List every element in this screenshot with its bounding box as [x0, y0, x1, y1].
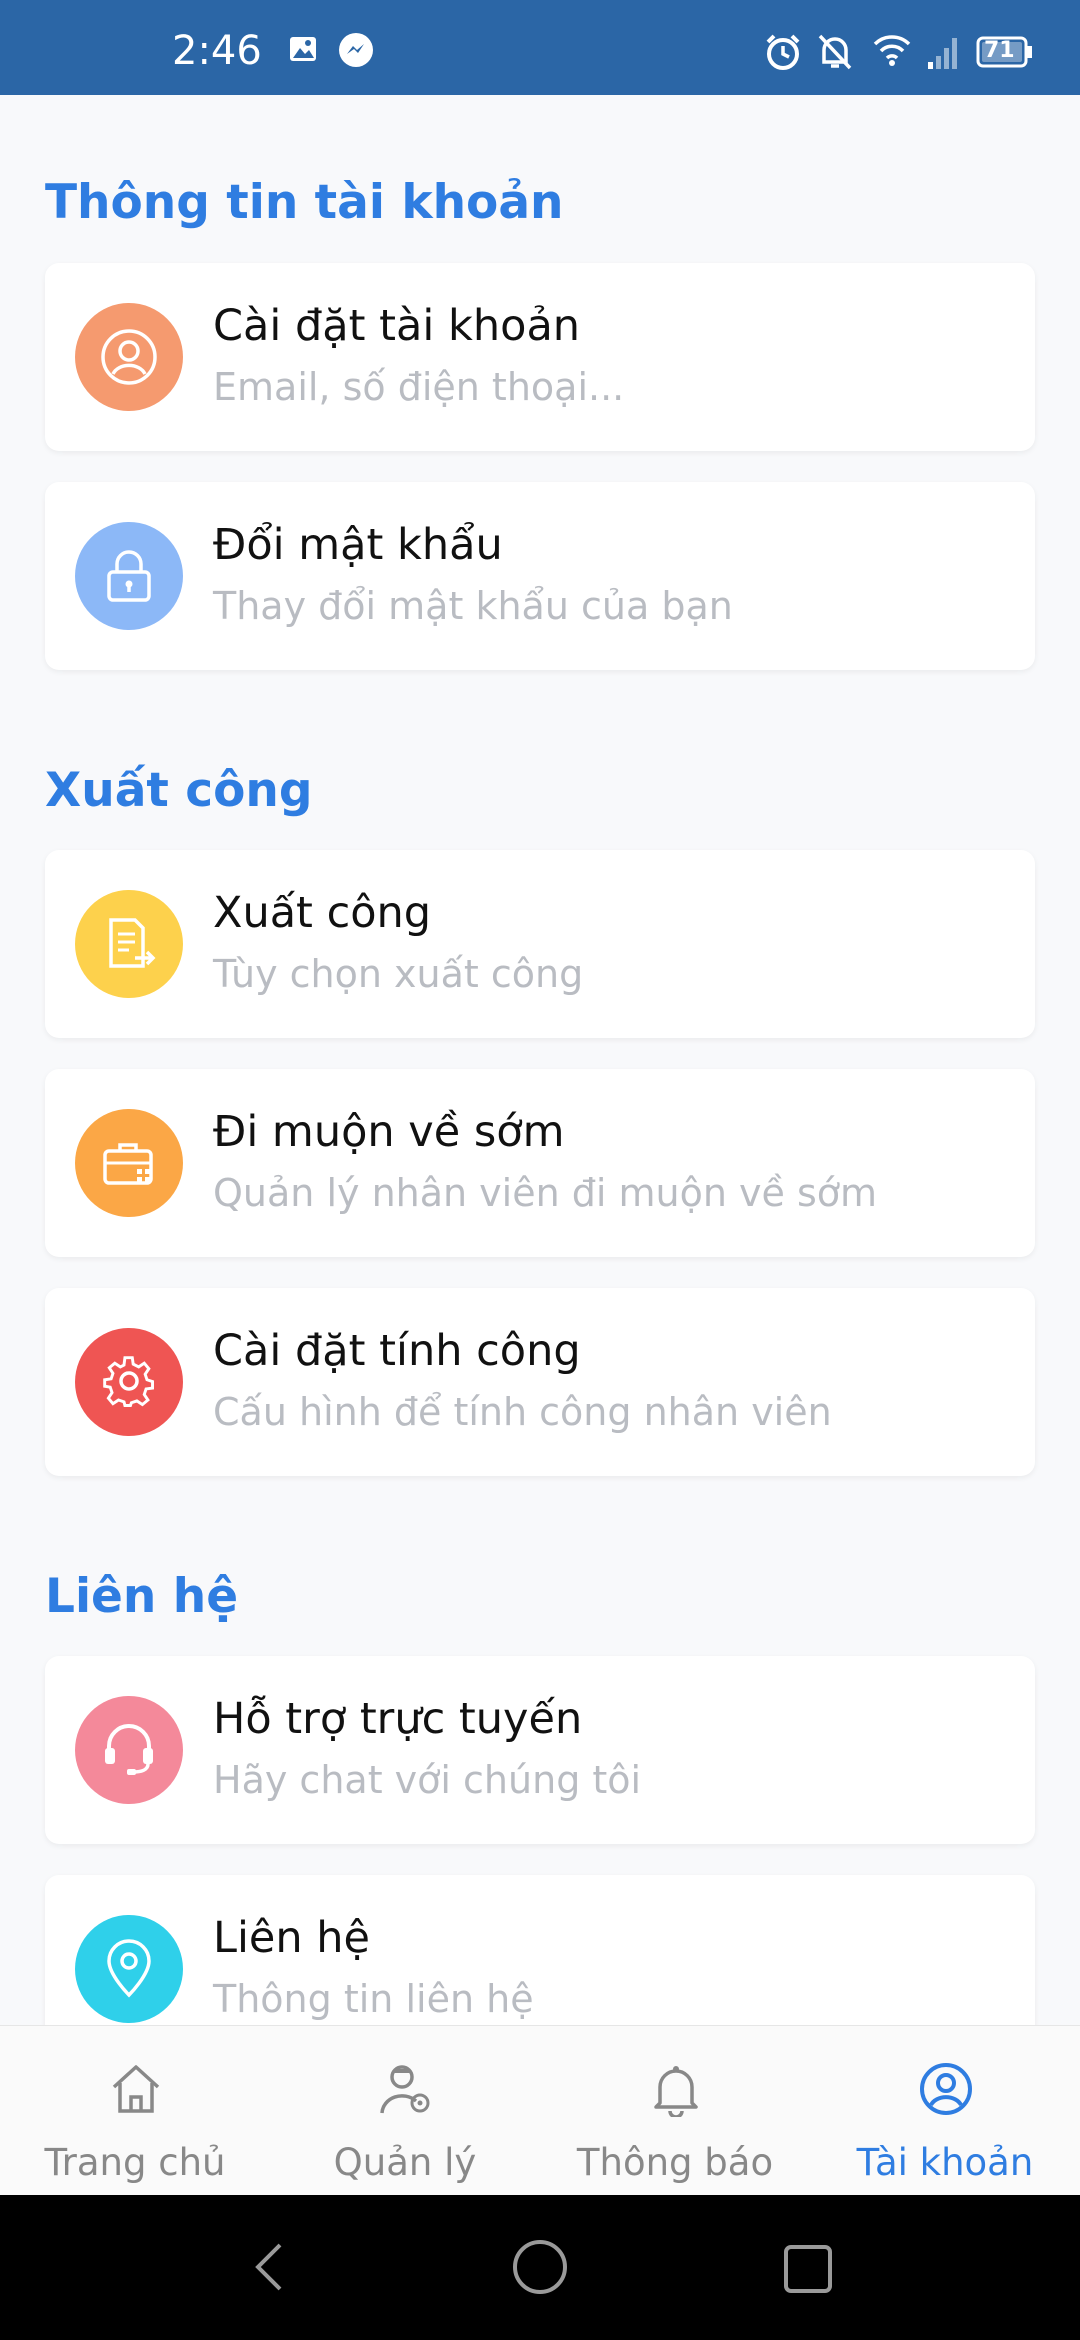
item-subtitle: Tùy chọn xuất công [213, 952, 584, 996]
item-subtitle: Hãy chat với chúng tôi [213, 1758, 642, 1802]
item-title: Xuất công [213, 888, 432, 938]
tab-notifications[interactable]: Thông báo [540, 2026, 810, 2196]
contact-info-item[interactable]: Liên hệ Thông tin liên hệ [45, 1875, 1035, 2025]
tab-account[interactable]: Tài khoản [810, 2026, 1080, 2196]
home-icon [112, 2065, 160, 2113]
item-subtitle: Cấu hình để tính công nhân viên [213, 1390, 832, 1434]
item-title: Đổi mật khẩu [213, 520, 503, 570]
export-timesheet-item[interactable]: Xuất công Tùy chọn xuất công [45, 850, 1035, 1038]
account-settings-item[interactable]: Cài đặt tài khoản Email, số điện thoại..… [45, 263, 1035, 451]
item-title: Cài đặt tài khoản [213, 301, 581, 351]
tab-label: Trang chủ [44, 2141, 226, 2184]
alarm-icon [763, 32, 803, 77]
back-button[interactable] [250, 2237, 290, 2302]
item-title: Hỗ trợ trực tuyến [213, 1694, 583, 1744]
item-subtitle: Email, số điện thoại... [213, 365, 625, 409]
wifi-icon [872, 32, 912, 73]
status-bar: 2:46 71 [0, 0, 1080, 95]
bell-icon [654, 2066, 698, 2117]
home-button[interactable] [510, 2237, 570, 2302]
bell-off-icon [816, 32, 854, 77]
battery-icon: 71 [976, 36, 1034, 73]
tab-manage[interactable]: Quản lý [270, 2026, 540, 2196]
battery-level: 71 [984, 38, 1015, 63]
messenger-icon [338, 32, 374, 73]
status-time: 2:46 [172, 28, 262, 74]
lock-icon [75, 522, 183, 630]
late-early-item[interactable]: Đi muộn về sớm Quản lý nhân viên đi muộn… [45, 1069, 1035, 1257]
system-navigation-bar [0, 2195, 1080, 2340]
location-pin-icon [75, 1915, 183, 2023]
bottom-tab-bar: Trang chủ Quản lý Thông báo Tài khoản [0, 2025, 1080, 2195]
section-title-account-info: Thông tin tài khoản [45, 175, 564, 230]
account-settings-list: Thông tin tài khoản Cài đặt tài khoản Em… [0, 95, 1080, 2025]
briefcase-icon [75, 1109, 183, 1217]
image-icon [288, 34, 318, 69]
item-subtitle: Quản lý nhân viên đi muộn về sớm [213, 1171, 878, 1215]
item-title: Liên hệ [213, 1913, 370, 1963]
change-password-item[interactable]: Đổi mật khẩu Thay đổi mật khẩu của bạn [45, 482, 1035, 670]
tab-home[interactable]: Trang chủ [0, 2026, 270, 2196]
item-title: Đi muộn về sớm [213, 1107, 565, 1157]
item-subtitle: Thông tin liên hệ [213, 1977, 534, 2021]
online-support-item[interactable]: Hỗ trợ trực tuyến Hãy chat với chúng tôi [45, 1656, 1035, 1844]
account-icon [920, 2063, 972, 2115]
section-title-contact: Liên hệ [45, 1569, 239, 1624]
section-title-export: Xuất công [45, 763, 313, 818]
tab-label: Thông báo [576, 2141, 774, 2184]
recents-button[interactable] [782, 2243, 834, 2300]
gear-icon [75, 1328, 183, 1436]
item-subtitle: Thay đổi mật khẩu của bạn [213, 584, 733, 628]
item-title: Cài đặt tính công [213, 1326, 581, 1376]
user-icon [75, 303, 183, 411]
tab-label: Quản lý [333, 2141, 477, 2184]
document-export-icon [75, 890, 183, 998]
manager-icon [380, 2065, 430, 2114]
timesheet-settings-item[interactable]: Cài đặt tính công Cấu hình để tính công … [45, 1288, 1035, 1476]
tab-label: Tài khoản [856, 2141, 1034, 2184]
signal-icon [926, 34, 960, 75]
headset-icon [75, 1696, 183, 1804]
